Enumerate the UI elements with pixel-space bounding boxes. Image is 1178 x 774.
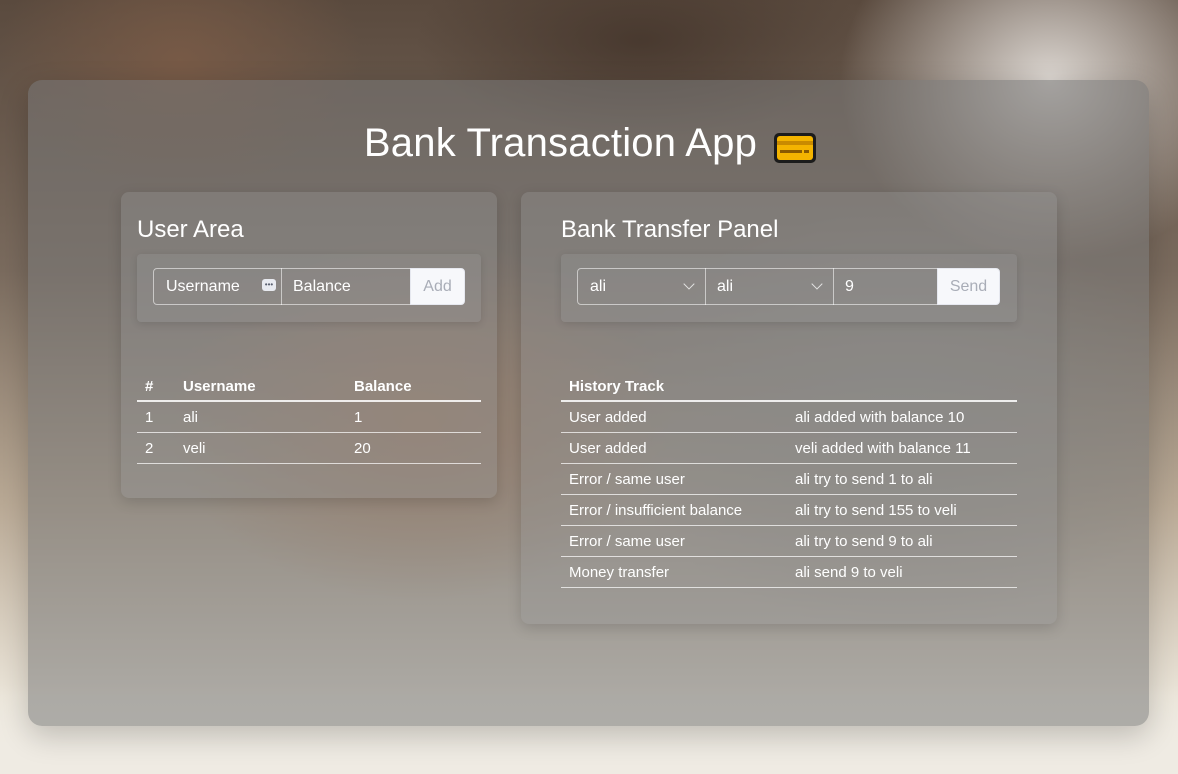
history-type: Error / same user — [561, 463, 787, 495]
add-user-form: ••• Add — [137, 254, 481, 322]
amount-field[interactable]: 9 — [833, 268, 938, 305]
credit-card-icon — [773, 128, 817, 164]
row-index: 1 — [137, 401, 175, 433]
balance-field[interactable] — [281, 268, 411, 305]
bank-transfer-panel: Bank Transfer Panel ali ali 9 Send Histo… — [521, 192, 1057, 624]
add-button[interactable]: Add — [410, 268, 465, 305]
send-button[interactable]: Send — [937, 268, 1000, 305]
table-row: Money transfer ali send 9 to veli — [561, 556, 1017, 588]
history-type: User added — [561, 401, 787, 433]
chevron-down-icon — [683, 278, 695, 290]
from-user-value: ali — [590, 278, 607, 295]
column-header-index: # — [137, 372, 175, 402]
user-area-title: User Area — [137, 216, 244, 243]
history-type: Error / insufficient balance — [561, 494, 787, 526]
row-username: ali — [175, 401, 346, 433]
table-row: Error / same user ali try to send 9 to a… — [561, 525, 1017, 557]
history-track-header: History Track — [561, 372, 1017, 402]
history-type: User added — [561, 432, 787, 464]
row-balance: 1 — [346, 401, 481, 433]
amount-input[interactable]: 9 — [845, 278, 854, 295]
table-row: User added veli added with balance 11 — [561, 432, 1017, 464]
to-user-value: ali — [717, 278, 734, 295]
app-card: Bank Transaction App User Area ••• Add — [28, 80, 1149, 726]
history-detail: ali try to send 1 to ali — [787, 463, 1017, 495]
column-header-username: Username — [175, 372, 346, 402]
row-balance: 20 — [346, 432, 481, 464]
balance-input[interactable] — [293, 269, 410, 305]
history-detail: ali try to send 155 to veli — [787, 494, 1017, 526]
row-index: 2 — [137, 432, 175, 464]
history-detail: ali send 9 to veli — [787, 556, 1017, 588]
app-title: Bank Transaction App — [28, 120, 1149, 166]
user-area-panel: User Area ••• Add # Username Balance — [121, 192, 497, 498]
column-header-balance: Balance — [346, 372, 481, 402]
password-manager-icon[interactable]: ••• — [262, 279, 276, 291]
history-detail: ali added with balance 10 — [787, 401, 1017, 433]
history-type: Money transfer — [561, 556, 787, 588]
table-row: Error / insufficient balance ali try to … — [561, 494, 1017, 526]
table-row: 2 veli 20 — [137, 432, 481, 464]
row-username: veli — [175, 432, 346, 464]
table-row: 1 ali 1 — [137, 401, 481, 433]
history-table: History Track User added ali added with … — [561, 372, 1017, 588]
bank-transfer-title: Bank Transfer Panel — [561, 216, 779, 243]
table-header-row: History Track — [561, 372, 1017, 402]
table-row: Error / same user ali try to send 1 to a… — [561, 463, 1017, 495]
transfer-form: ali ali 9 Send — [561, 254, 1017, 322]
to-user-select[interactable]: ali — [705, 268, 834, 305]
username-field[interactable]: ••• — [153, 268, 282, 305]
table-header-row: # Username Balance — [137, 372, 481, 402]
history-type: Error / same user — [561, 525, 787, 557]
app-title-text: Bank Transaction App — [363, 121, 758, 165]
table-row: User added ali added with balance 10 — [561, 401, 1017, 433]
user-table: # Username Balance 1 ali 1 2 veli 20 — [137, 372, 481, 464]
from-user-select[interactable]: ali — [577, 268, 706, 305]
history-detail: veli added with balance 11 — [787, 432, 1017, 464]
chevron-down-icon — [811, 278, 823, 290]
history-detail: ali try to send 9 to ali — [787, 525, 1017, 557]
